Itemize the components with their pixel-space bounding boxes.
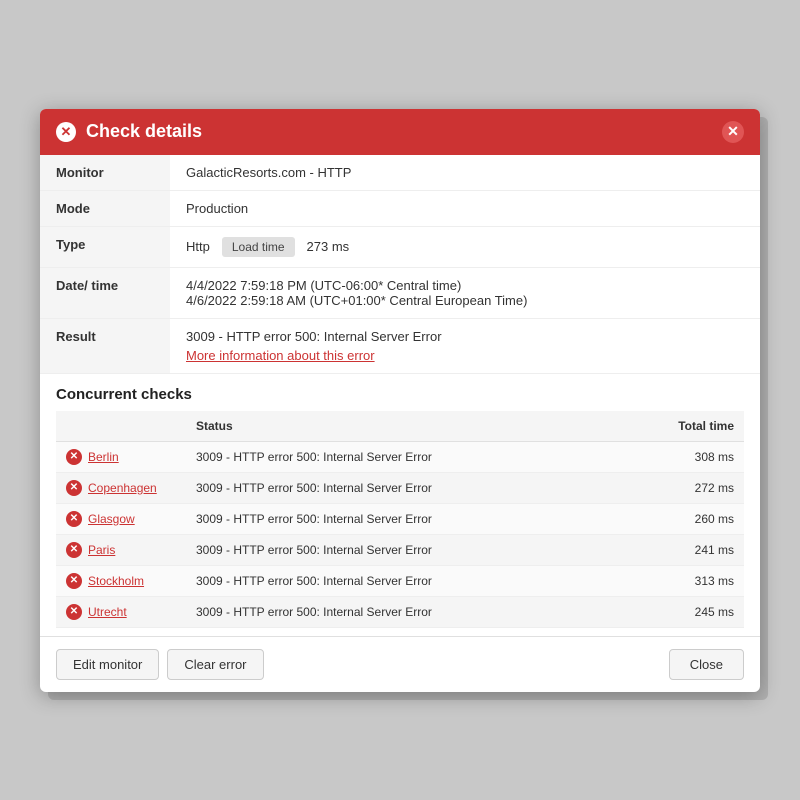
- city-error-icon: ✕: [66, 449, 82, 465]
- mode-row: Mode Production: [40, 190, 760, 226]
- city-link[interactable]: Berlin: [88, 450, 119, 464]
- city-link[interactable]: Utrecht: [88, 605, 127, 619]
- col-time-header: Total time: [617, 411, 745, 442]
- clear-error-button[interactable]: Clear error: [167, 649, 263, 680]
- city-cell: ✕ Berlin: [56, 441, 186, 472]
- status-cell: 3009 - HTTP error 500: Internal Server E…: [186, 596, 617, 627]
- result-row: Result 3009 - HTTP error 500: Internal S…: [40, 318, 760, 373]
- type-load-time-row: Http Load time 273 ms: [186, 237, 744, 257]
- concurrent-table: Status Total time ✕ Berlin 3009 - HTTP e…: [56, 411, 744, 628]
- city-link[interactable]: Stockholm: [88, 574, 144, 588]
- footer-left-buttons: Edit monitor Clear error: [56, 649, 264, 680]
- city-error-x: ✕: [70, 545, 78, 555]
- edit-monitor-button[interactable]: Edit monitor: [56, 649, 159, 680]
- table-row: ✕ Utrecht 3009 - HTTP error 500: Interna…: [56, 596, 744, 627]
- monitor-row: Monitor GalacticResorts.com - HTTP: [40, 155, 760, 191]
- table-row: ✕ Stockholm 3009 - HTTP error 500: Inter…: [56, 565, 744, 596]
- dialog-backdrop: ✕ Check details ✕ Monitor GalacticResort…: [40, 109, 760, 692]
- city-link[interactable]: Paris: [88, 543, 115, 557]
- city-error-x: ✕: [70, 607, 78, 617]
- status-cell: 3009 - HTTP error 500: Internal Server E…: [186, 565, 617, 596]
- city-link[interactable]: Glasgow: [88, 512, 135, 526]
- city-cell: ✕ Copenhagen: [56, 472, 186, 503]
- header-error-icon: ✕: [56, 122, 76, 142]
- concurrent-section: Concurrent checks Status Total time ✕: [40, 374, 760, 636]
- datetime-row: Date/ time 4/4/2022 7:59:18 PM (UTC-06:0…: [40, 267, 760, 318]
- table-row: ✕ Copenhagen 3009 - HTTP error 500: Inte…: [56, 472, 744, 503]
- check-details-dialog: ✕ Check details ✕ Monitor GalacticResort…: [40, 109, 760, 692]
- status-cell: 3009 - HTTP error 500: Internal Server E…: [186, 534, 617, 565]
- city-error-x: ✕: [70, 576, 78, 586]
- load-time-badge: Load time: [222, 237, 295, 257]
- col-city-header: [56, 411, 186, 442]
- info-table: Monitor GalacticResorts.com - HTTP Mode …: [40, 155, 760, 374]
- more-info-link[interactable]: More information about this error: [186, 348, 744, 363]
- datetime-value: 4/4/2022 7:59:18 PM (UTC-06:00* Central …: [170, 267, 760, 318]
- dialog-title: Check details: [86, 121, 712, 142]
- datetime-line2: 4/6/2022 2:59:18 AM (UTC+01:00* Central …: [186, 293, 744, 308]
- result-error-text: 3009 - HTTP error 500: Internal Server E…: [186, 329, 744, 344]
- datetime-line1: 4/4/2022 7:59:18 PM (UTC-06:00* Central …: [186, 278, 744, 293]
- city-error-x: ✕: [70, 483, 78, 493]
- mode-value: Production: [170, 190, 760, 226]
- concurrent-title: Concurrent checks: [56, 386, 744, 403]
- status-cell: 3009 - HTTP error 500: Internal Server E…: [186, 472, 617, 503]
- result-value: 3009 - HTTP error 500: Internal Server E…: [170, 318, 760, 373]
- city-error-x: ✕: [70, 452, 78, 462]
- monitor-label: Monitor: [40, 155, 170, 191]
- time-cell: 272 ms: [617, 472, 745, 503]
- city-error-icon: ✕: [66, 604, 82, 620]
- city-link[interactable]: Copenhagen: [88, 481, 157, 495]
- city-error-icon: ✕: [66, 542, 82, 558]
- table-row: ✕ Paris 3009 - HTTP error 500: Internal …: [56, 534, 744, 565]
- table-row: ✕ Berlin 3009 - HTTP error 500: Internal…: [56, 441, 744, 472]
- close-button[interactable]: Close: [669, 649, 744, 680]
- result-label: Result: [40, 318, 170, 373]
- concurrent-header-row: Status Total time: [56, 411, 744, 442]
- type-row: Type Http Load time 273 ms: [40, 226, 760, 267]
- city-cell: ✕ Stockholm: [56, 565, 186, 596]
- time-cell: 241 ms: [617, 534, 745, 565]
- col-status-header: Status: [186, 411, 617, 442]
- city-error-icon: ✕: [66, 511, 82, 527]
- table-row: ✕ Glasgow 3009 - HTTP error 500: Interna…: [56, 503, 744, 534]
- type-value: Http: [186, 239, 210, 254]
- monitor-value: GalacticResorts.com - HTTP: [170, 155, 760, 191]
- load-time-value: 273 ms: [307, 239, 350, 254]
- status-cell: 3009 - HTTP error 500: Internal Server E…: [186, 503, 617, 534]
- dialog-footer: Edit monitor Clear error Close: [40, 636, 760, 692]
- time-cell: 260 ms: [617, 503, 745, 534]
- type-label: Type: [40, 226, 170, 267]
- mode-label: Mode: [40, 190, 170, 226]
- city-error-x: ✕: [70, 514, 78, 524]
- city-cell: ✕ Glasgow: [56, 503, 186, 534]
- datetime-label: Date/ time: [40, 267, 170, 318]
- city-error-icon: ✕: [66, 573, 82, 589]
- status-cell: 3009 - HTTP error 500: Internal Server E…: [186, 441, 617, 472]
- dialog-body: Monitor GalacticResorts.com - HTTP Mode …: [40, 155, 760, 636]
- dialog-close-button[interactable]: ✕: [722, 121, 744, 143]
- city-error-icon: ✕: [66, 480, 82, 496]
- header-x-symbol: ✕: [61, 125, 72, 138]
- city-cell: ✕ Utrecht: [56, 596, 186, 627]
- city-cell: ✕ Paris: [56, 534, 186, 565]
- time-cell: 308 ms: [617, 441, 745, 472]
- type-value-cell: Http Load time 273 ms: [170, 226, 760, 267]
- dialog-header: ✕ Check details ✕: [40, 109, 760, 155]
- time-cell: 245 ms: [617, 596, 745, 627]
- time-cell: 313 ms: [617, 565, 745, 596]
